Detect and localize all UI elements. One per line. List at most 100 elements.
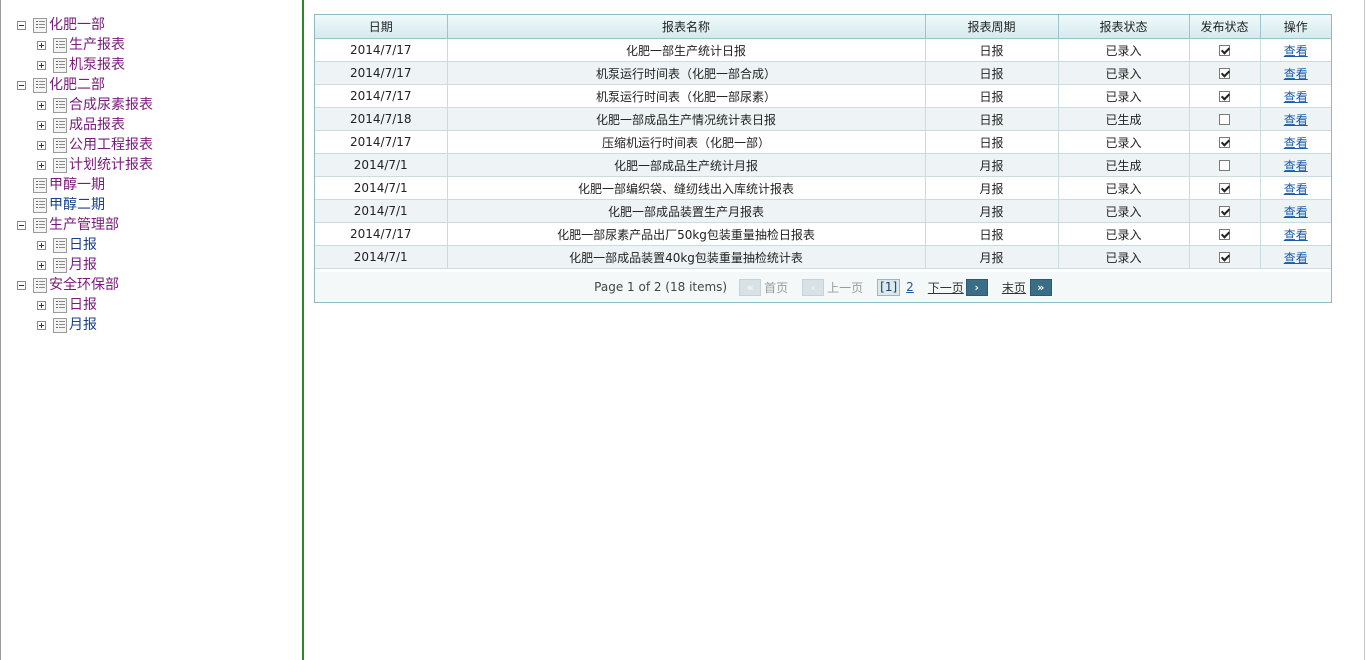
cell-period: 日报 [924,107,1059,131]
table-row[interactable]: 2014/7/1 化肥一部编织袋、缝纫线出入库统计报表 月报 已录入 查看 [315,176,1331,200]
tree-label-urea-report[interactable]: 合成尿素报表 [69,95,153,115]
first-page-label: 首页 [764,280,789,295]
tree-node-methanol2[interactable]: 甲醇二期 [33,195,105,215]
view-link[interactable]: 查看 [1284,182,1308,196]
checked-checkbox [1219,91,1230,102]
cell-published [1188,130,1261,154]
last-page-icon[interactable]: » [1029,278,1052,296]
view-link[interactable]: 查看 [1284,67,1308,81]
cell-report-name: 机泵运行时间表（化肥一部尿素） [446,84,926,108]
column-header-date[interactable]: 日期 [315,15,448,39]
expand-icon[interactable] [37,320,46,330]
tree-label-methanol2[interactable]: 甲醇二期 [49,195,105,215]
cell-published [1188,38,1261,62]
view-link[interactable]: 查看 [1284,90,1308,104]
tree-label-monthly[interactable]: 月报 [69,315,97,335]
expand-icon[interactable] [37,140,46,150]
view-link[interactable]: 查看 [1284,113,1308,127]
table-row[interactable]: 2014/7/17 机泵运行时间表（化肥一部合成） 日报 已录入 查看 [315,61,1331,85]
tree-node-dept2[interactable]: 化肥二部 [17,75,105,95]
table-row[interactable]: 2014/7/18 化肥一部成品生产情况统计表日报 日报 已生成 查看 [315,107,1331,131]
view-link[interactable]: 查看 [1284,228,1308,242]
cell-period: 日报 [924,84,1059,108]
collapse-icon[interactable] [17,20,26,30]
view-link[interactable]: 查看 [1284,159,1308,173]
report-list-icon [53,257,67,273]
tree-node-safety-monthly[interactable]: 月报 [37,315,97,335]
report-list-icon [53,157,67,173]
expand-icon[interactable] [37,120,46,130]
tree-node-dept1-pump[interactable]: 机泵报表 [37,55,125,75]
collapse-icon[interactable] [17,220,26,230]
tree-node-dept2-product[interactable]: 成品报表 [37,115,125,135]
tree-label-plan-report[interactable]: 计划统计报表 [69,155,153,175]
cell-published [1188,245,1261,269]
view-link[interactable]: 查看 [1284,44,1308,58]
report-tree: 化肥一部 生产报表 机泵报表 化肥二部 合成尿素报表 成品报表 公用工程报表 计… [2,0,304,660]
tree-label-dept2[interactable]: 化肥二部 [49,75,105,95]
expand-icon[interactable] [37,300,46,310]
tree-label-daily[interactable]: 日报 [69,295,97,315]
tree-node-dept2-urea[interactable]: 合成尿素报表 [37,95,153,115]
tree-node-methanol1[interactable]: 甲醇一期 [33,175,105,195]
table-row[interactable]: 2014/7/17 压缩机运行时间表（化肥一部） 日报 已录入 查看 [315,130,1331,154]
tree-label-daily[interactable]: 日报 [69,235,97,255]
tree-label-safety[interactable]: 安全环保部 [49,275,119,295]
expand-icon[interactable] [37,100,46,110]
unchecked-checkbox [1219,160,1230,171]
tree-node-prod-mgmt-daily[interactable]: 日报 [37,235,97,255]
view-link[interactable]: 查看 [1284,205,1308,219]
table-row[interactable]: 2014/7/17 机泵运行时间表（化肥一部尿素） 日报 已录入 查看 [315,84,1331,108]
tree-node-prod-mgmt-monthly[interactable]: 月报 [37,255,97,275]
table-row[interactable]: 2014/7/17 化肥一部生产统计日报 日报 已录入 查看 [315,38,1331,62]
tree-node-safety[interactable]: 安全环保部 [17,275,119,295]
expand-icon[interactable] [37,60,46,70]
tree-node-dept1-production[interactable]: 生产报表 [37,35,125,55]
tree-label-product-report[interactable]: 成品报表 [69,115,125,135]
table-row[interactable]: 2014/7/1 化肥一部成品生产统计月报 月报 已生成 查看 [315,153,1331,177]
cell-published [1188,199,1261,223]
cell-status: 已录入 [1057,130,1190,154]
expand-icon[interactable] [37,40,46,50]
page-2-link[interactable]: 2 [906,280,914,294]
next-page-link[interactable]: 下一页 [928,279,964,296]
checked-checkbox [1219,45,1230,56]
tree-label-utility-report[interactable]: 公用工程报表 [69,135,153,155]
expand-icon[interactable] [37,260,46,270]
tree-node-dept2-utility[interactable]: 公用工程报表 [37,135,153,155]
column-header-period[interactable]: 报表周期 [924,15,1059,39]
current-page: [1] [877,278,901,296]
table-row[interactable]: 2014/7/1 化肥一部成品装置生产月报表 月报 已录入 查看 [315,199,1331,223]
tree-label-production-report[interactable]: 生产报表 [69,35,125,55]
cell-published [1188,222,1261,246]
tree-node-dept1[interactable]: 化肥一部 [17,15,105,35]
checked-checkbox [1219,229,1230,240]
tree-label-prod-mgmt[interactable]: 生产管理部 [49,215,119,235]
table-header-row: 日期 报表名称 报表周期 报表状态 发布状态 操作 [315,15,1331,39]
column-header-status[interactable]: 报表状态 [1057,15,1190,39]
collapse-icon[interactable] [17,280,26,290]
next-page-icon[interactable]: › [965,278,988,296]
tree-node-safety-daily[interactable]: 日报 [37,295,97,315]
tree-label-monthly[interactable]: 月报 [69,255,97,275]
report-list-icon [53,57,67,73]
tree-label-dept1[interactable]: 化肥一部 [49,15,105,35]
tree-node-dept2-plan[interactable]: 计划统计报表 [37,155,153,175]
view-link[interactable]: 查看 [1284,136,1308,150]
tree-label-methanol1[interactable]: 甲醇一期 [49,175,105,195]
pager: Page 1 of 2 (18 items) « 首页 ‹ 上一页 [1] 2 … [315,272,1331,302]
cell-period: 日报 [924,38,1059,62]
tree-label-pump-report[interactable]: 机泵报表 [69,55,125,75]
cell-status: 已录入 [1057,199,1190,223]
column-header-published[interactable]: 发布状态 [1188,15,1261,39]
column-header-report-name[interactable]: 报表名称 [446,15,926,39]
report-list-icon [33,197,47,213]
tree-node-prod-mgmt[interactable]: 生产管理部 [17,215,119,235]
collapse-icon[interactable] [17,80,26,90]
last-page-link[interactable]: 末页 [1002,279,1026,296]
view-link[interactable]: 查看 [1284,251,1308,265]
expand-icon[interactable] [37,160,46,170]
expand-icon[interactable] [37,240,46,250]
table-row[interactable]: 2014/7/17 化肥一部尿素产品出厂50kg包装重量抽检日报表 日报 已录入 查看 [315,222,1331,246]
table-row[interactable]: 2014/7/1 化肥一部成品装置40kg包装重量抽检统计表 月报 已录入 查看 [315,245,1331,269]
